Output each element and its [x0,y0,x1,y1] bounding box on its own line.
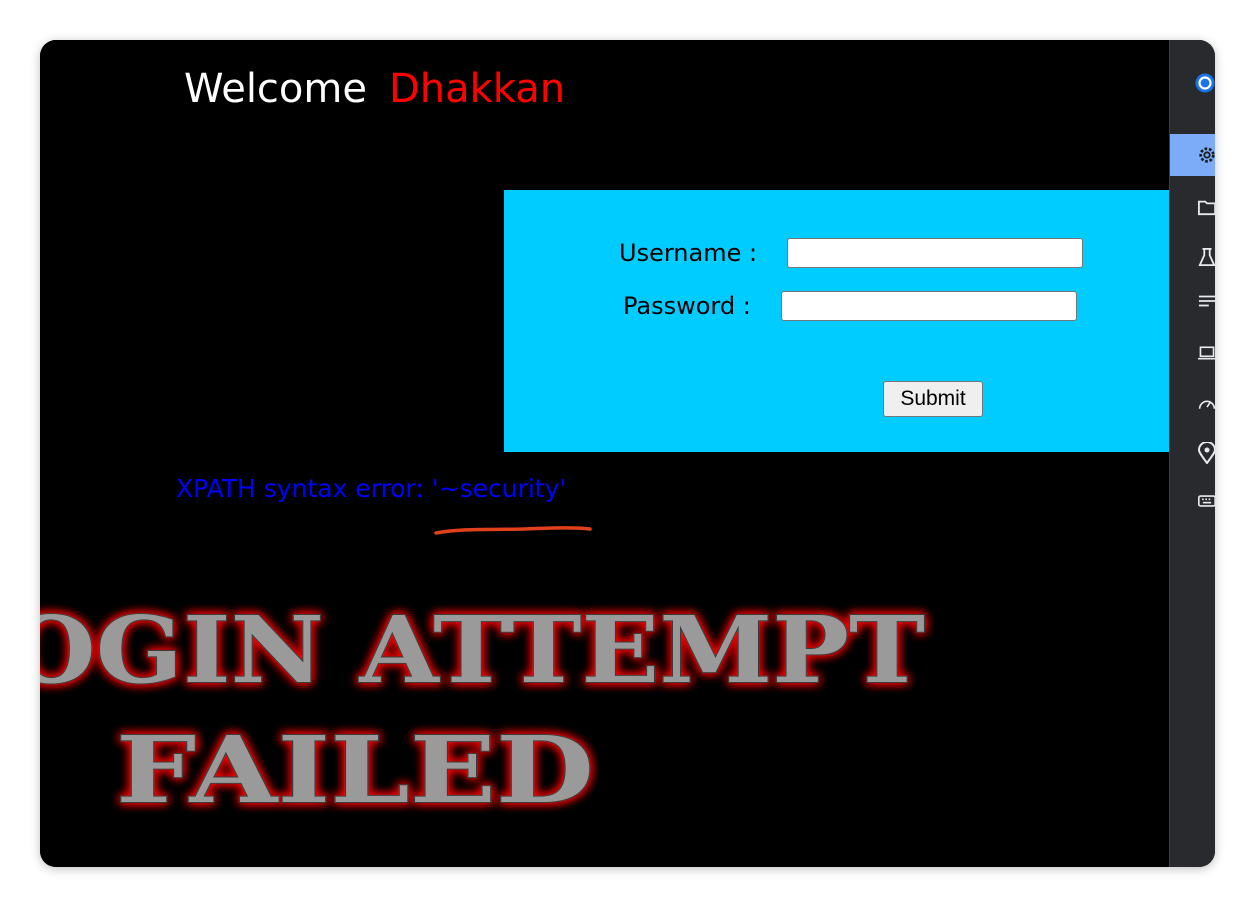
welcome-username: Dhakkan [388,66,566,112]
location-pin-icon[interactable] [1170,432,1215,474]
password-label: Password : [623,292,751,320]
devtools-sidebar [1169,40,1215,867]
username-label: Username : [619,239,758,267]
banner-line-1: LOGIN ATTEMPT [40,596,925,704]
username-input[interactable] [787,238,1084,268]
password-row: Password : [623,291,1077,321]
folder-icon[interactable] [1170,186,1215,228]
username-row: Username : [619,238,1084,268]
laptop-icon[interactable] [1170,332,1215,374]
login-failed-banner: LOGIN ATTEMPT FAILED [40,595,926,825]
browser-window: Welcome Dhakkan Username : Password : Sub… [40,40,1215,867]
submit-button[interactable]: Submit [883,381,983,417]
chrome-icon[interactable] [1170,62,1215,104]
gear-icon[interactable] [1170,134,1215,176]
list-icon[interactable] [1170,280,1215,322]
password-input[interactable] [780,291,1077,321]
welcome-label: Welcome [184,66,367,112]
xpath-error-message: XPATH syntax error: '~security' [176,474,567,503]
login-form: Username : Password : Submit [504,190,1169,452]
web-page: Welcome Dhakkan Username : Password : Sub… [40,40,1169,867]
keyboard-icon[interactable] [1170,480,1215,522]
banner-line-2: FAILED [116,716,594,824]
flask-icon[interactable] [1170,236,1215,278]
red-underline-annotation [434,526,592,535]
welcome-heading: Welcome Dhakkan [184,66,565,112]
gauge-icon[interactable] [1170,382,1215,424]
